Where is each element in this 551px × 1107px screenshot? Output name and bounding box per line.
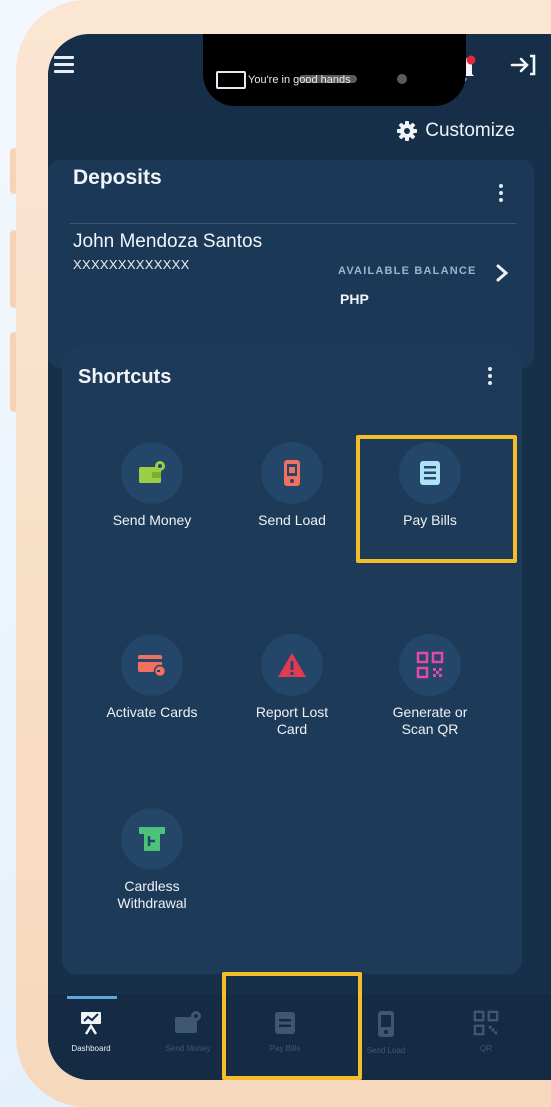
active-tab-indicator [67,996,117,999]
card-icon [138,655,167,677]
atm-icon [139,827,165,851]
qr-icon [416,651,444,679]
warning-icon [278,653,306,677]
shortcut-generate-scan-qr[interactable]: Generate or Scan QR [360,634,500,738]
shortcut-send-load[interactable]: Send Load [222,442,362,529]
nav-dashboard[interactable]: Dashboard [48,1010,136,1053]
shortcut-label: Generate or Scan QR [392,704,468,737]
phone-notch [203,34,466,106]
deposits-divider [70,223,516,224]
shortcut-label: Send Load [258,512,326,528]
shortcut-report-lost-card[interactable]: Report Lost Card [222,634,362,738]
phone-load-icon [378,1011,394,1037]
deposits-title: Deposits [73,166,162,189]
shortcut-label: Report Lost Card [255,704,329,737]
nav-qr[interactable]: QR [441,1010,531,1053]
shortcut-label: Cardless Withdrawal [117,878,187,911]
nav-label: QR [480,1044,492,1053]
shortcut-send-money[interactable]: Send Money [82,442,222,529]
nav-send-load[interactable]: Send Load [341,1010,431,1055]
customize-label: Customize [425,120,515,141]
phone-load-icon [284,460,300,486]
pay-bills-highlight [356,435,517,563]
account-name[interactable]: John Mendoza Santos [73,231,262,253]
dashboard-icon [81,1012,101,1035]
customize-button[interactable]: Customize [397,120,515,142]
wallet-icon [139,461,165,483]
shortcuts-title: Shortcuts [78,366,172,388]
nav-label: Dashboard [71,1044,111,1053]
nav-label: Send Load [366,1046,406,1055]
hamburger-menu-icon[interactable] [54,56,74,73]
shortcut-cardless-withdrawal[interactable]: Cardless Withdrawal [82,808,222,912]
wallet-icon [175,1011,201,1033]
brand-logo-icon [216,71,246,89]
app-screen: You're in good hands Customize Deposits … [48,34,551,1080]
shortcut-label: Send Money [112,512,192,528]
shortcuts-more-icon[interactable] [487,367,493,387]
nav-label: Send Money [165,1044,211,1053]
gear-icon [397,121,418,141]
qr-icon [473,1010,499,1036]
balance-currency: PHP [340,291,369,307]
account-number: XXXXXXXXXXXXX [73,257,190,272]
available-balance-label: AVAILABLE BALANCE [338,265,477,277]
shortcut-activate-cards[interactable]: Activate Cards [82,634,222,721]
shortcut-label: Activate Cards [106,704,198,720]
header-tagline: You're in good hands [248,74,351,86]
logout-icon[interactable] [510,52,536,78]
deposits-more-icon[interactable] [498,184,504,204]
chevron-right-icon[interactable] [495,264,509,282]
nav-send-money[interactable]: Send Money [143,1010,233,1053]
